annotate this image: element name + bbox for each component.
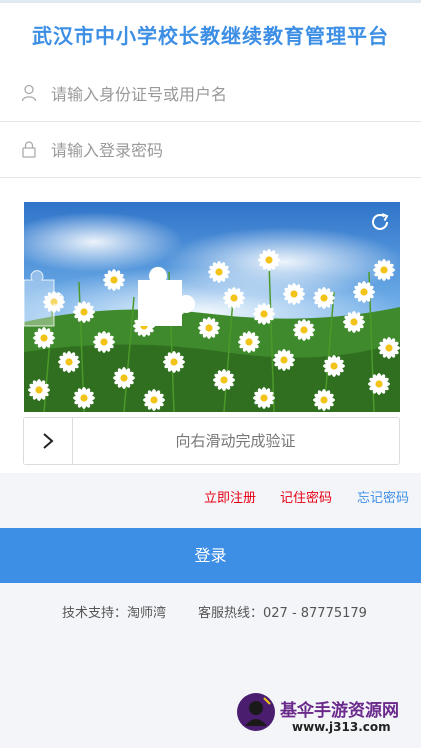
page-title: 武汉市中小学校长教继续教育管理平台 [32, 24, 389, 48]
tech-support-text: 技术支持：淘师湾 [62, 606, 167, 621]
watermark: 基伞手游资源网 www.j313.com [236, 692, 421, 748]
slider-track: 向右滑动完成验证 [23, 417, 400, 465]
divider [0, 177, 421, 178]
password-field [0, 122, 421, 177]
forgot-password-link[interactable]: 忘记密码 [357, 487, 409, 506]
slider-hint: 向右滑动完成验证 [175, 432, 296, 450]
login-button[interactable]: 登录 [0, 528, 421, 583]
refresh-icon[interactable] [369, 211, 391, 233]
username-field [0, 66, 421, 121]
watermark-name: 基伞手游资源网 [280, 701, 399, 721]
remember-password-link[interactable]: 记住密码 [280, 487, 332, 506]
username-input[interactable] [49, 76, 403, 112]
watermark-url: www.j313.com [292, 720, 391, 734]
register-link[interactable]: 立即注册 [204, 487, 256, 506]
watermark-logo-icon [237, 693, 275, 731]
hotline-text: 客服热线：027 - 87775179 [198, 606, 367, 621]
slider-handle[interactable] [24, 418, 73, 464]
password-input[interactable] [49, 132, 403, 168]
captcha-image [24, 202, 400, 412]
user-icon [21, 84, 37, 102]
chevron-right-icon [43, 433, 54, 449]
lock-icon [22, 141, 36, 158]
daisy-field-image [24, 202, 400, 412]
